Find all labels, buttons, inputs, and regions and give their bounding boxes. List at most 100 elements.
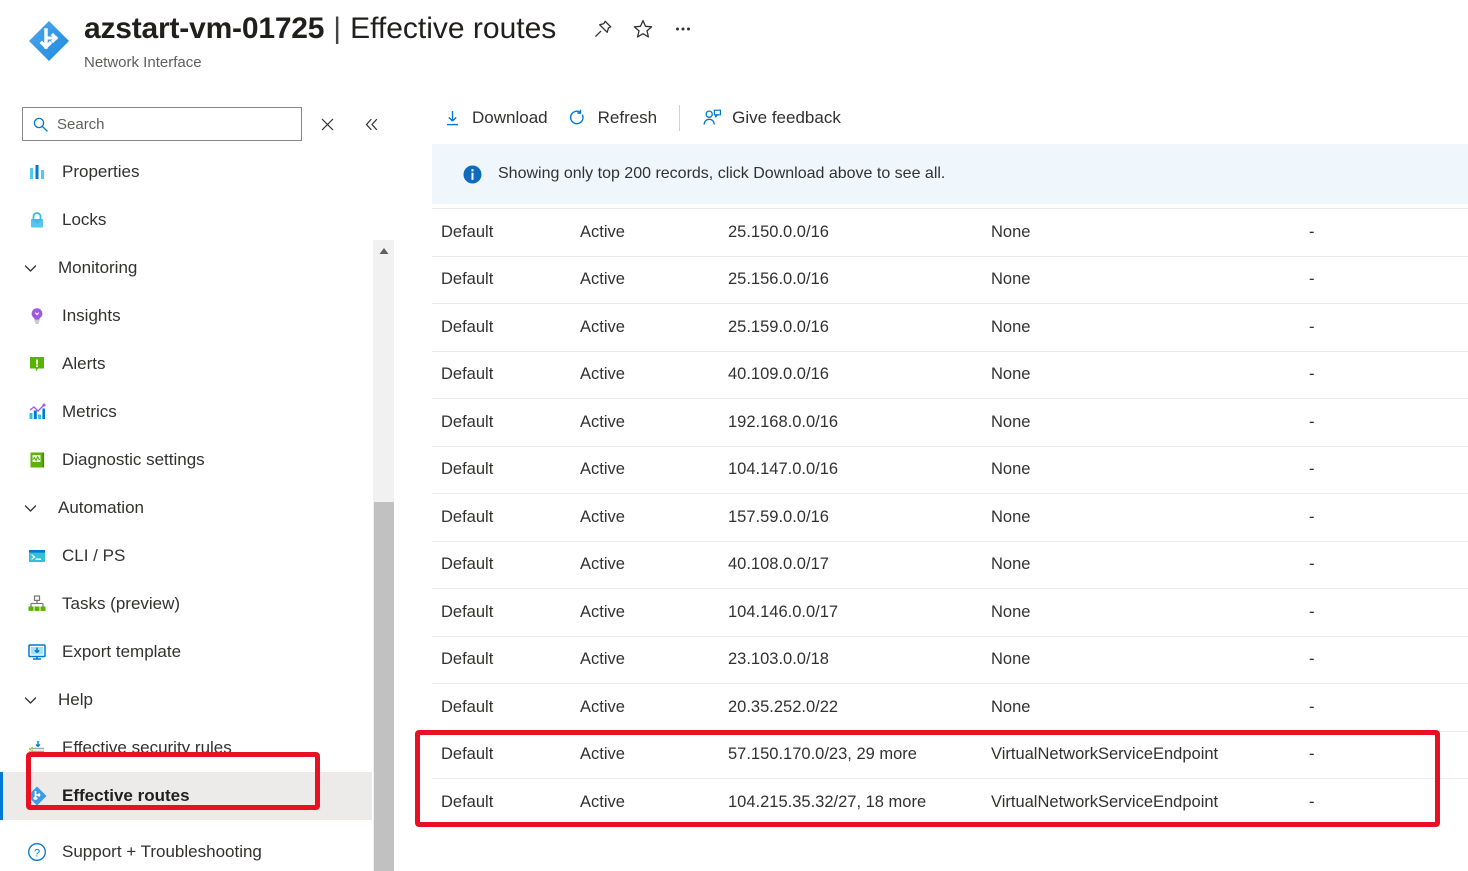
cell-next-hop-ip: -: [1309, 208, 1468, 257]
cell-next-hop-ip: -: [1309, 588, 1468, 637]
resource-name: azstart-vm-01725: [84, 12, 325, 45]
sidebar-item-effective-security-rules[interactable]: Effective security rules: [0, 724, 372, 772]
blade-sidebar: Properties Locks: [0, 92, 394, 871]
collapse-chevrons-icon[interactable]: [356, 109, 386, 139]
blade-name: Effective routes: [350, 12, 557, 45]
sidebar-group-help[interactable]: Help: [0, 676, 372, 724]
sidebar-scrollbar[interactable]: [372, 240, 394, 871]
sidebar-item-export-template[interactable]: Export template: [0, 628, 372, 676]
pin-icon[interactable]: [586, 12, 620, 46]
cell-address-prefixes: 25.156.0.0/16: [728, 256, 991, 304]
table-row[interactable]: Default Active 20.35.252.0/22 None -: [432, 683, 1468, 732]
sidebar-item-label: Insights: [62, 306, 121, 325]
chevron-down-icon: [22, 260, 48, 277]
sidebar-item-cli-ps[interactable]: CLI / PS: [0, 532, 372, 580]
sidebar-item-insights[interactable]: Insights: [0, 292, 372, 340]
route-table-icon: [26, 785, 48, 807]
info-banner-text: Showing only top 200 records, click Down…: [498, 165, 946, 182]
cell-next-hop-type: None: [991, 351, 1309, 399]
sidebar-group-automation[interactable]: Automation: [0, 484, 372, 532]
sidebar-item-tasks-preview[interactable]: Tasks (preview): [0, 580, 372, 628]
header-actions: [586, 12, 700, 46]
sidebar-item-label: Effective routes: [62, 786, 190, 805]
resource-type-subtitle: Network Interface: [84, 54, 202, 71]
table-row[interactable]: Default Active 104.146.0.0/17 None -: [432, 588, 1468, 637]
cell-next-hop-ip: -: [1309, 493, 1468, 542]
cell-state: Active: [580, 493, 728, 542]
sidebar-item-label: Effective security rules: [62, 738, 232, 757]
cell-source: Default: [432, 636, 580, 684]
cell-source: Default: [432, 446, 580, 494]
info-banner: Showing only top 200 records, click Down…: [432, 144, 1468, 204]
cell-state: Active: [580, 588, 728, 637]
cell-source: Default: [432, 208, 580, 257]
sidebar-item-label: Export template: [62, 642, 182, 661]
cell-next-hop-type: None: [991, 303, 1309, 352]
search-box[interactable]: [22, 107, 302, 141]
cell-source: Default: [432, 541, 580, 589]
cell-next-hop-ip: -: [1309, 303, 1468, 352]
cell-next-hop-ip: -: [1309, 541, 1468, 589]
cell-next-hop-type: None: [991, 588, 1309, 637]
blade-content: Download Refresh Give feedback Showing o…: [414, 92, 1468, 871]
sidebar-item-effective-routes[interactable]: Effective routes: [0, 772, 372, 820]
cell-state: Active: [580, 541, 728, 589]
sidebar-item-properties[interactable]: Properties: [0, 148, 372, 196]
table-row[interactable]: Default Active 25.159.0.0/16 None -: [432, 303, 1468, 352]
cell-source: Default: [432, 493, 580, 542]
table-row[interactable]: Default Active 25.150.0.0/16 None -: [432, 208, 1468, 257]
cell-address-prefixes: 25.150.0.0/16: [728, 208, 991, 257]
download-button[interactable]: Download: [432, 101, 558, 135]
cell-state: Active: [580, 303, 728, 352]
export-template-icon: [26, 641, 48, 663]
cell-address-prefixes: 20.35.252.0/22: [728, 683, 991, 732]
cell-address-prefixes: 104.215.35.32/27, 18 more: [728, 778, 991, 818]
cell-state: Active: [580, 683, 728, 732]
table-row[interactable]: Default Active 157.59.0.0/16 None -: [432, 493, 1468, 542]
sidebar-item-diagnostic-settings[interactable]: Diagnostic settings: [0, 436, 372, 484]
cell-state: Active: [580, 446, 728, 494]
cell-state: Active: [580, 636, 728, 684]
cell-source: Default: [432, 588, 580, 637]
lightbulb-icon: [26, 305, 48, 327]
more-ellipsis-icon[interactable]: [666, 12, 700, 46]
table-row[interactable]: Default Active 104.215.35.32/27, 18 more…: [432, 778, 1468, 818]
sidebar-scrollbar-thumb[interactable]: [374, 502, 394, 871]
cell-next-hop-ip: -: [1309, 778, 1468, 818]
sidebar-item-alerts[interactable]: Alerts: [0, 340, 372, 388]
security-rules-icon: [26, 737, 48, 759]
table-row[interactable]: Default Active 25.156.0.0/16 None -: [432, 256, 1468, 304]
scroll-up-arrow-icon[interactable]: [373, 240, 395, 262]
sidebar-item-label: Properties: [62, 162, 140, 181]
refresh-button-label: Refresh: [597, 108, 658, 127]
cell-next-hop-type: None: [991, 636, 1309, 684]
info-circle-icon: [462, 163, 484, 185]
cell-state: Active: [580, 208, 728, 257]
search-input[interactable]: [49, 115, 301, 133]
sidebar-item-metrics[interactable]: Metrics: [0, 388, 372, 436]
download-arrow-icon: [442, 108, 462, 128]
sidebar-item-label: Diagnostic settings: [62, 450, 205, 469]
table-row[interactable]: Default Active 192.168.0.0/16 None -: [432, 398, 1468, 447]
metrics-chart-icon: [26, 401, 48, 423]
close-icon[interactable]: [312, 109, 342, 139]
give-feedback-button[interactable]: Give feedback: [692, 101, 851, 135]
table-row[interactable]: Default Active 40.108.0.0/17 None -: [432, 541, 1468, 589]
search-icon: [32, 116, 49, 133]
sidebar-group-label: Help: [58, 690, 93, 709]
refresh-button[interactable]: Refresh: [558, 101, 668, 135]
cell-next-hop-ip: -: [1309, 446, 1468, 494]
sidebar-item-support-troubleshooting[interactable]: ? Support + Troubleshooting: [0, 820, 372, 871]
console-icon: [26, 545, 48, 567]
table-row[interactable]: Default Active 104.147.0.0/16 None -: [432, 446, 1468, 494]
sidebar-item-locks[interactable]: Locks: [0, 196, 372, 244]
sidebar-group-monitoring[interactable]: Monitoring: [0, 244, 372, 292]
table-row[interactable]: Default Active 40.109.0.0/16 None -: [432, 351, 1468, 399]
favorite-star-icon[interactable]: [626, 12, 660, 46]
sidebar-item-label: Alerts: [62, 354, 106, 373]
table-row[interactable]: Default Active 23.103.0.0/18 None -: [432, 636, 1468, 684]
cell-state: Active: [580, 256, 728, 304]
lock-icon: [26, 209, 48, 231]
svg-text:?: ?: [34, 847, 40, 859]
table-row[interactable]: Default Active 57.150.170.0/23, 29 more …: [432, 731, 1468, 779]
